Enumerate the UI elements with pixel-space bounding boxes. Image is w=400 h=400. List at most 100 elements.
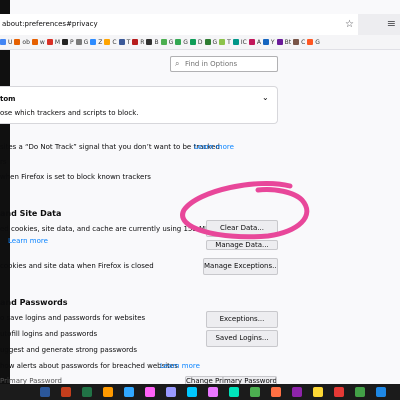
bookmark-favicon-icon [118,39,125,45]
bookmark-label: IC [240,38,247,46]
bookmark-label: D [197,38,203,46]
taskbar-app-icon[interactable] [271,387,281,397]
left-window-frame [0,0,10,400]
bookmark-label: P [70,38,74,46]
bookmark-item[interactable]: P [62,39,74,46]
taskbar-app-icon[interactable] [355,387,365,397]
bookmark-label: C [301,38,306,46]
bookmark-item[interactable]: T [219,39,231,46]
custom-blocking-card[interactable]: tom ose which trackers and scripts to bl… [0,86,278,124]
chevron-down-icon[interactable]: ⌄ [262,93,269,102]
bookmark-item[interactable]: M [46,38,60,46]
bookmark-item[interactable]: G [307,39,320,46]
bookmark-item[interactable]: A [248,38,261,46]
password-exceptions-button[interactable]: Exceptions... [206,311,278,328]
taskbar-app-icon[interactable] [103,387,113,397]
bookmark-label: G [183,38,188,46]
bookmark-favicon-icon [307,39,314,45]
taskbar-app-icon[interactable] [124,387,134,397]
hamburger-menu-icon[interactable]: ≡ [387,17,396,30]
bookmark-item[interactable]: B [146,38,159,46]
bookmark-item[interactable]: Z [90,39,102,46]
bookmark-item[interactable]: Y [262,38,275,46]
bookmark-item[interactable]: G [75,38,89,46]
bookmark-label: Bt [284,38,292,46]
bookmark-star-icon[interactable]: ☆ [345,14,354,35]
taskbar-app-icon[interactable] [292,387,302,397]
bookmark-favicon-icon [14,39,21,45]
bookmark-label: Y [270,38,275,46]
cookies-learn-more-link[interactable]: Learn more [8,237,48,245]
bookmark-label: Z [98,38,103,46]
bookmark-label: w [39,38,45,46]
bookmark-label: U [8,38,13,46]
saved-logins-button[interactable]: Saved Logins... [206,330,278,347]
taskbar-app-icon[interactable] [229,387,239,397]
dnt-text: sites a “Do Not Track” signal that you d… [0,143,220,151]
passwords-heading: and Passwords [0,298,68,307]
bookmark-item[interactable]: U [0,39,12,46]
find-in-options-field[interactable]: ⌕ [170,56,278,72]
bookmark-item[interactable]: ob [14,38,30,46]
bookmark-label: M [54,38,60,46]
bookmark-favicon-icon [75,39,82,45]
taskbar-app-icon[interactable] [208,387,218,397]
bookmark-favicon-icon [90,39,97,45]
bookmark-favicon-icon [175,39,182,45]
taskbar-app-icon[interactable] [166,387,176,397]
search-icon: ⌕ [175,59,180,68]
bookmark-label: A [256,38,261,46]
suggest-passwords-option[interactable]: uggest and generate strong passwords [0,346,137,354]
url-bar[interactable]: about:preferences#privacy ☆ [0,14,358,36]
url-text[interactable]: about:preferences#privacy [2,14,98,35]
bookmark-label: G [212,38,218,46]
bookmark-item[interactable]: T [118,38,131,46]
bookmark-favicon-icon [0,39,6,45]
bookmark-favicon-icon [204,39,211,45]
bookmark-item[interactable]: G [160,38,174,46]
bookmark-favicon-icon [189,39,196,45]
bookmark-item[interactable]: G [175,39,188,46]
bookmark-item[interactable]: w [31,38,45,46]
manage-exceptions-button[interactable]: Manage Exceptions... [203,258,278,275]
clear-data-button[interactable]: Clear Data... [206,220,278,237]
bookmark-item[interactable]: G [204,38,218,46]
bookmark-favicon-icon [132,39,139,45]
bookmark-favicon-icon [146,39,153,45]
bookmark-label: ob [22,38,30,46]
ask-save-logins-option[interactable]: o save logins and passwords for websites [0,314,145,322]
bookmark-item[interactable]: D [189,38,203,46]
bookmark-item[interactable]: IC [232,38,247,46]
bookmark-favicon-icon [31,39,38,45]
dnt-learn-more-link[interactable]: Learn more [194,143,234,151]
breach-alerts-option[interactable]: how alerts about passwords for breached … [0,362,178,370]
bookmark-item[interactable]: Bt [276,38,292,46]
taskbar-app-icon[interactable] [376,387,386,397]
bookmark-favicon-icon [262,39,269,45]
bookmark-label: G [168,38,174,46]
taskbar-app-icon[interactable] [61,387,71,397]
bookmark-label: T [126,38,131,46]
bookmark-favicon-icon [276,39,283,45]
bookmark-label: G [83,38,89,46]
taskbar-app-icon[interactable] [334,387,344,397]
taskbar-app-icon[interactable] [187,387,197,397]
search-input[interactable] [185,58,273,70]
trackers-option-partial: rs [0,158,7,166]
manage-data-button[interactable]: Manage Data... [206,240,278,250]
custom-card-title: tom [0,95,16,103]
bookmark-item[interactable]: C [293,39,305,46]
bookmark-item[interactable]: C [104,39,117,46]
taskbar-app-icon[interactable] [145,387,155,397]
bookmark-item[interactable]: R [132,39,144,46]
autofill-option[interactable]: utofill logins and passwords [0,330,97,338]
taskbar-app-icon[interactable] [40,387,50,397]
taskbar [0,384,400,400]
taskbar-app-icon[interactable] [313,387,323,397]
taskbar-app-icon[interactable] [82,387,92,397]
breach-learn-more-link[interactable]: Learn more [160,362,200,370]
taskbar-app-icon[interactable] [250,387,260,397]
bookmark-favicon-icon [248,39,255,45]
delete-on-close-option[interactable]: cookies and site data when Firefox is cl… [0,262,154,270]
bookmark-label: B [154,38,159,46]
